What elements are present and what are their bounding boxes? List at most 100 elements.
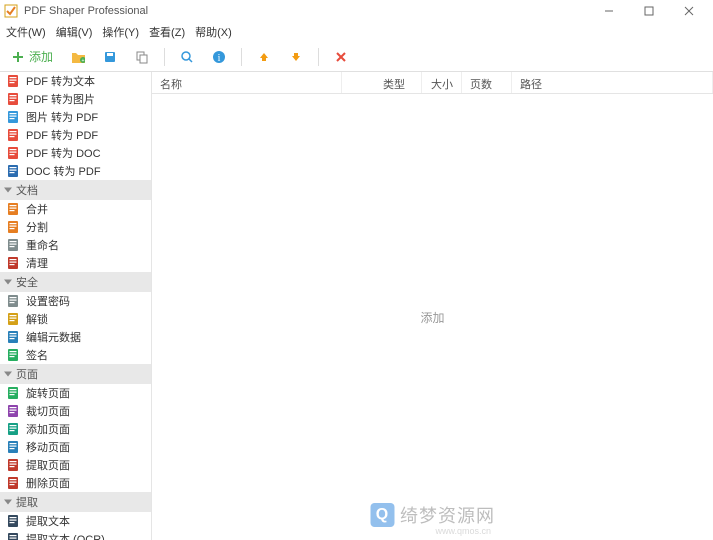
crop-icon <box>6 404 20 418</box>
close-button[interactable] <box>669 0 709 22</box>
sidebar-item[interactable]: 删除页面 <box>0 474 151 492</box>
arrow-down-icon <box>289 50 303 64</box>
pdf-red-icon <box>6 128 20 142</box>
col-pages[interactable]: 页数 <box>462 72 512 93</box>
sidebar-item-label: 签名 <box>26 347 48 363</box>
window-controls <box>589 0 709 22</box>
sidebar-item[interactable]: 旋转页面 <box>0 384 151 402</box>
img-blue-icon <box>6 110 20 124</box>
sidebar-item[interactable]: 解锁 <box>0 310 151 328</box>
sidebar-item[interactable]: 裁切页面 <box>0 402 151 420</box>
sidebar-item[interactable]: 移动页面 <box>0 438 151 456</box>
maximize-button[interactable] <box>629 0 669 22</box>
watermark: Q 绮梦资源网 www.qmos.cn <box>370 502 495 528</box>
group-header[interactable]: 提取 <box>0 492 151 512</box>
sign-icon <box>6 348 20 362</box>
toolbar: 添加 + i <box>0 42 713 72</box>
rename-icon <box>6 238 20 252</box>
list-header: 名称 类型 大小 页数 路径 <box>152 72 713 94</box>
save-icon <box>103 50 117 64</box>
sidebar-item-label: 删除页面 <box>26 475 70 491</box>
remove-button[interactable] <box>329 47 353 67</box>
pdf-red-icon <box>6 74 20 88</box>
arrow-up-icon <box>257 50 271 64</box>
save-button[interactable] <box>98 47 122 67</box>
clean-icon <box>6 256 20 270</box>
menu-action[interactable]: 操作(Y) <box>102 24 139 40</box>
empty-placeholder: 添加 <box>420 309 444 326</box>
window-title: PDF Shaper Professional <box>24 5 589 17</box>
sidebar-item[interactable]: PDF 转为 PDF <box>0 126 151 144</box>
x-icon <box>334 50 348 64</box>
add-label: 添加 <box>29 48 53 65</box>
add-button[interactable]: 添加 <box>6 45 58 68</box>
menubar: 文件(W) 编辑(V) 操作(Y) 查看(Z) 帮助(X) <box>0 22 713 42</box>
key-icon <box>6 312 20 326</box>
group-header[interactable]: 文档 <box>0 180 151 200</box>
doc-blue-icon <box>6 164 20 178</box>
rotate-icon <box>6 386 20 400</box>
text-icon <box>6 532 20 540</box>
menu-edit[interactable]: 编辑(V) <box>56 24 93 40</box>
sidebar-item[interactable]: 提取页面 <box>0 456 151 474</box>
sidebar-item-label: PDF 转为 DOC <box>26 145 101 161</box>
down-button[interactable] <box>284 47 308 67</box>
pdf-red-icon <box>6 92 20 106</box>
sidebar-item-label: DOC 转为 PDF <box>26 163 101 179</box>
sidebar-item[interactable]: 合并 <box>0 200 151 218</box>
sidebar-item[interactable]: 添加页面 <box>0 420 151 438</box>
menu-view[interactable]: 查看(Z) <box>149 24 185 40</box>
toolbar-sep-2 <box>241 48 242 66</box>
merge-icon <box>6 202 20 216</box>
sidebar-item[interactable]: 提取文本 <box>0 512 151 530</box>
menu-help[interactable]: 帮助(X) <box>195 24 232 40</box>
addpage-icon <box>6 422 20 436</box>
menu-file[interactable]: 文件(W) <box>6 24 46 40</box>
toolbar-sep-3 <box>318 48 319 66</box>
sidebar-item-label: PDF 转为文本 <box>26 73 95 89</box>
copy-button[interactable] <box>130 47 154 67</box>
sidebar-item[interactable]: PDF 转为 DOC <box>0 144 151 162</box>
col-type[interactable]: 类型 <box>342 72 422 93</box>
col-name[interactable]: 名称 <box>152 72 342 93</box>
sidebar-item[interactable]: 提取文本 (OCR) <box>0 530 151 540</box>
sidebar-item[interactable]: 重命名 <box>0 236 151 254</box>
delpage-icon <box>6 476 20 490</box>
split-icon <box>6 220 20 234</box>
sidebar-item[interactable]: 编辑元数据 <box>0 328 151 346</box>
sidebar-item[interactable]: 分割 <box>0 218 151 236</box>
folder-icon: + <box>71 50 85 64</box>
group-header[interactable]: 安全 <box>0 272 151 292</box>
sidebar-item[interactable]: PDF 转为文本 <box>0 72 151 90</box>
sidebar-item[interactable]: 签名 <box>0 346 151 364</box>
minimize-button[interactable] <box>589 0 629 22</box>
sidebar[interactable]: PDF 转为文本 PDF 转为图片图片 转为 PDFPDF 转为 PDFPDF 转… <box>0 72 152 540</box>
sidebar-item-label: 旋转页面 <box>26 385 70 401</box>
folder-button[interactable]: + <box>66 47 90 67</box>
sidebar-item-label: 提取文本 (OCR) <box>26 531 105 540</box>
copy-icon <box>135 50 149 64</box>
sidebar-item-label: 移动页面 <box>26 439 70 455</box>
meta-icon <box>6 330 20 344</box>
sidebar-item-label: PDF 转为图片 <box>26 91 95 107</box>
sidebar-item-label: 提取文本 <box>26 513 70 529</box>
app-icon <box>4 4 18 18</box>
sidebar-item[interactable]: DOC 转为 PDF <box>0 162 151 180</box>
sidebar-item-label: 设置密码 <box>26 293 70 309</box>
up-button[interactable] <box>252 47 276 67</box>
pdf-red-icon <box>6 146 20 160</box>
titlebar: PDF Shaper Professional <box>0 0 713 22</box>
sidebar-item[interactable]: PDF 转为图片 <box>0 90 151 108</box>
search-icon <box>180 50 194 64</box>
sidebar-item-label: 解锁 <box>26 311 48 327</box>
group-header[interactable]: 页面 <box>0 364 151 384</box>
col-size[interactable]: 大小 <box>422 72 462 93</box>
info-button[interactable]: i <box>207 47 231 67</box>
info-icon: i <box>212 50 226 64</box>
sidebar-item[interactable]: 图片 转为 PDF <box>0 108 151 126</box>
sidebar-item[interactable]: 设置密码 <box>0 292 151 310</box>
col-path[interactable]: 路径 <box>512 72 713 93</box>
search-button[interactable] <box>175 47 199 67</box>
list-body[interactable]: 添加 Q 绮梦资源网 www.qmos.cn <box>152 94 713 540</box>
sidebar-item[interactable]: 清理 <box>0 254 151 272</box>
